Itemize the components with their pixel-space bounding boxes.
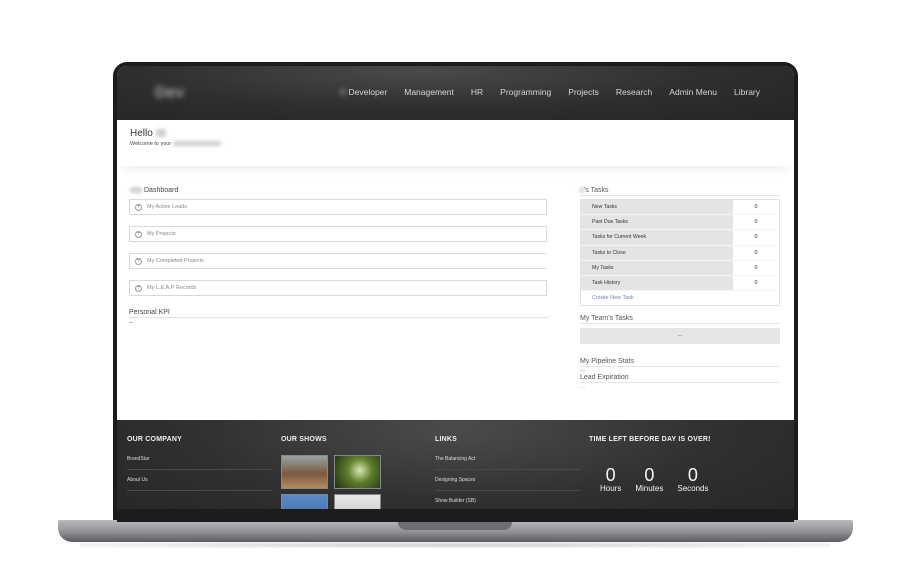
- greeting: Hello Welcome to your: [130, 128, 221, 147]
- dashboard-title: Dashboard: [130, 187, 178, 194]
- task-row[interactable]: Task History 0: [581, 275, 779, 292]
- countdown-hours: 0 Hours: [600, 465, 622, 493]
- nav-management[interactable]: Management: [404, 87, 454, 97]
- nav-research[interactable]: Research: [616, 87, 652, 97]
- footer-shows-title: OUR SHOWS: [281, 436, 327, 443]
- footer-link[interactable]: Designing Spaces: [435, 470, 581, 491]
- countdown-label: Seconds: [677, 484, 709, 493]
- footer-links: LINKS The Balancing Act Designing Spaces…: [435, 436, 581, 512]
- footer-links-title: LINKS: [435, 436, 457, 443]
- countdown-minutes: 0 Minutes: [635, 465, 664, 493]
- nav-projects[interactable]: Projects: [568, 87, 599, 97]
- task-row[interactable]: Tasks for Current Week 0: [581, 230, 779, 246]
- team-tasks-title: My Team's Tasks: [580, 315, 780, 325]
- countdown-timer: 0 Hours 0 Minutes 0 Seconds: [589, 465, 711, 493]
- nav-developer-label: Developer: [348, 87, 388, 97]
- footer-company-title: OUR COMPANY: [127, 436, 182, 443]
- dashboard-title-label: Dashboard: [144, 187, 179, 194]
- accordion-my-projects[interactable]: + My Projects: [129, 226, 547, 242]
- task-count: 0: [733, 215, 779, 230]
- countdown-value: 0: [605, 465, 616, 485]
- task-row[interactable]: Tasks to Close 0: [581, 245, 779, 261]
- pipeline-stats-value: ...: [580, 367, 586, 374]
- task-count: 0: [733, 230, 779, 245]
- tasks-panel: 's Tasks New Tasks 0 Past Due Tasks 0 Task…: [580, 187, 780, 391]
- footer-link[interactable]: The Balancing Act: [435, 449, 581, 470]
- countdown-value: 0: [644, 465, 655, 485]
- countdown-label: Minutes: [635, 484, 664, 493]
- task-count: 0: [733, 260, 779, 275]
- countdown-value: 0: [687, 465, 698, 485]
- screen: Dev Developer Management HR Programming …: [117, 66, 794, 522]
- tasks-table: New Tasks 0 Past Due Tasks 0 Tasks for Cur…: [580, 199, 780, 307]
- footer-link[interactable]: About Us: [127, 470, 273, 491]
- task-label[interactable]: New Tasks: [581, 200, 733, 215]
- task-label[interactable]: Tasks for Current Week: [581, 230, 733, 245]
- expand-plus-icon: +: [135, 204, 142, 211]
- personal-kpi-title: Personal KPI: [129, 309, 549, 318]
- blurred-text: [172, 141, 221, 147]
- main-nav: Developer Management HR Programming Proj…: [338, 87, 760, 97]
- personal-kpi-value: --: [129, 320, 133, 326]
- blurred-username: [155, 129, 166, 138]
- lead-expiration-title: Lead Expiration: [580, 374, 780, 384]
- blurred-prefix: [580, 187, 584, 194]
- task-row[interactable]: Past Due Tasks 0: [581, 215, 779, 231]
- lead-expiration-value: ...: [580, 384, 586, 391]
- tasks-title: 's Tasks: [580, 187, 780, 196]
- show-thumbnail[interactable]: [281, 455, 328, 489]
- task-label[interactable]: Tasks to Close: [581, 245, 733, 260]
- countdown-seconds: 0 Seconds: [677, 465, 709, 493]
- accordion-label: My Projects: [147, 231, 176, 237]
- task-row[interactable]: New Tasks 0: [581, 200, 779, 216]
- countdown-title: TIME LEFT BEFORE DAY IS OVER!: [589, 436, 711, 443]
- task-label[interactable]: My Tasks: [581, 260, 733, 275]
- task-count: 0: [733, 245, 779, 260]
- team-tasks-box: ...: [580, 328, 780, 345]
- accordion-leap-records[interactable]: + My L.E.A.P Records: [129, 280, 547, 296]
- brand-logo[interactable]: Dev: [155, 84, 185, 101]
- footer-company: OUR COMPANY BrandStar About Us: [127, 436, 273, 491]
- nav-admin-menu[interactable]: Admin Menu: [669, 87, 717, 97]
- countdown-label: Hours: [600, 484, 622, 493]
- create-task-link[interactable]: Create New Task: [581, 291, 779, 305]
- accordion-completed-projects[interactable]: + My Completed Projects: [129, 253, 547, 269]
- pipeline-stats-title: My Pipeline Stats: [580, 358, 780, 368]
- accordion-label: My Active Leads: [147, 204, 188, 210]
- accordion-active-leads[interactable]: + My Active Leads: [129, 199, 547, 215]
- footer: OUR COMPANY BrandStar About Us OUR SHOWS…: [117, 420, 794, 522]
- greeting-title: Hello: [130, 128, 153, 139]
- nav-library[interactable]: Library: [734, 87, 760, 97]
- tasks-title-label: 's Tasks: [584, 187, 609, 194]
- task-label[interactable]: Past Due Tasks: [581, 215, 733, 230]
- top-navigation-bar: Dev Developer Management HR Programming …: [117, 66, 794, 120]
- blurred-prefix: [130, 187, 142, 194]
- blurred-prefix: [338, 88, 347, 96]
- greeting-subtitle: Welcome to your: [130, 141, 172, 147]
- expand-plus-icon: +: [135, 258, 142, 265]
- screen-bezel-bottom: [117, 509, 794, 522]
- accordion-label: My L.E.A.P Records: [147, 285, 197, 291]
- nav-developer[interactable]: Developer: [338, 87, 388, 97]
- task-label[interactable]: Task History: [581, 275, 733, 291]
- nav-hr[interactable]: HR: [471, 87, 483, 97]
- task-row[interactable]: My Tasks 0: [581, 260, 779, 276]
- laptop-shadow: [80, 542, 830, 548]
- expand-plus-icon: +: [135, 231, 142, 238]
- accordion-label: My Completed Projects: [147, 258, 204, 264]
- footer-countdown: TIME LEFT BEFORE DAY IS OVER! 0 Hours 0 …: [589, 436, 711, 493]
- task-count: 0: [733, 200, 779, 215]
- show-thumbnail[interactable]: [334, 455, 381, 489]
- expand-plus-icon: +: [135, 285, 142, 292]
- footer-link[interactable]: BrandStar: [127, 449, 273, 470]
- task-count: 0: [733, 275, 779, 291]
- nav-programming[interactable]: Programming: [500, 87, 551, 97]
